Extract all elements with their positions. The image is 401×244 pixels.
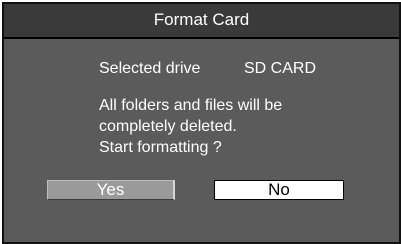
format-card-dialog: Format Card Selected drive SD CARD All f… [2, 2, 401, 244]
no-button[interactable]: No [214, 180, 344, 200]
selected-drive-label: Selected drive [99, 60, 201, 77]
warning-message-line-1: All folders and files will be [99, 97, 283, 114]
dialog-title: Format Card [153, 10, 250, 29]
confirm-question: Start formatting ? [99, 139, 222, 156]
warning-message-line-2: completely deleted. [99, 118, 237, 135]
selected-drive-value: SD CARD [244, 60, 317, 77]
dialog-body: Selected drive SD CARD All folders and f… [4, 39, 399, 242]
yes-button[interactable]: Yes [47, 180, 175, 200]
dialog-title-bar: Format Card [4, 4, 399, 39]
